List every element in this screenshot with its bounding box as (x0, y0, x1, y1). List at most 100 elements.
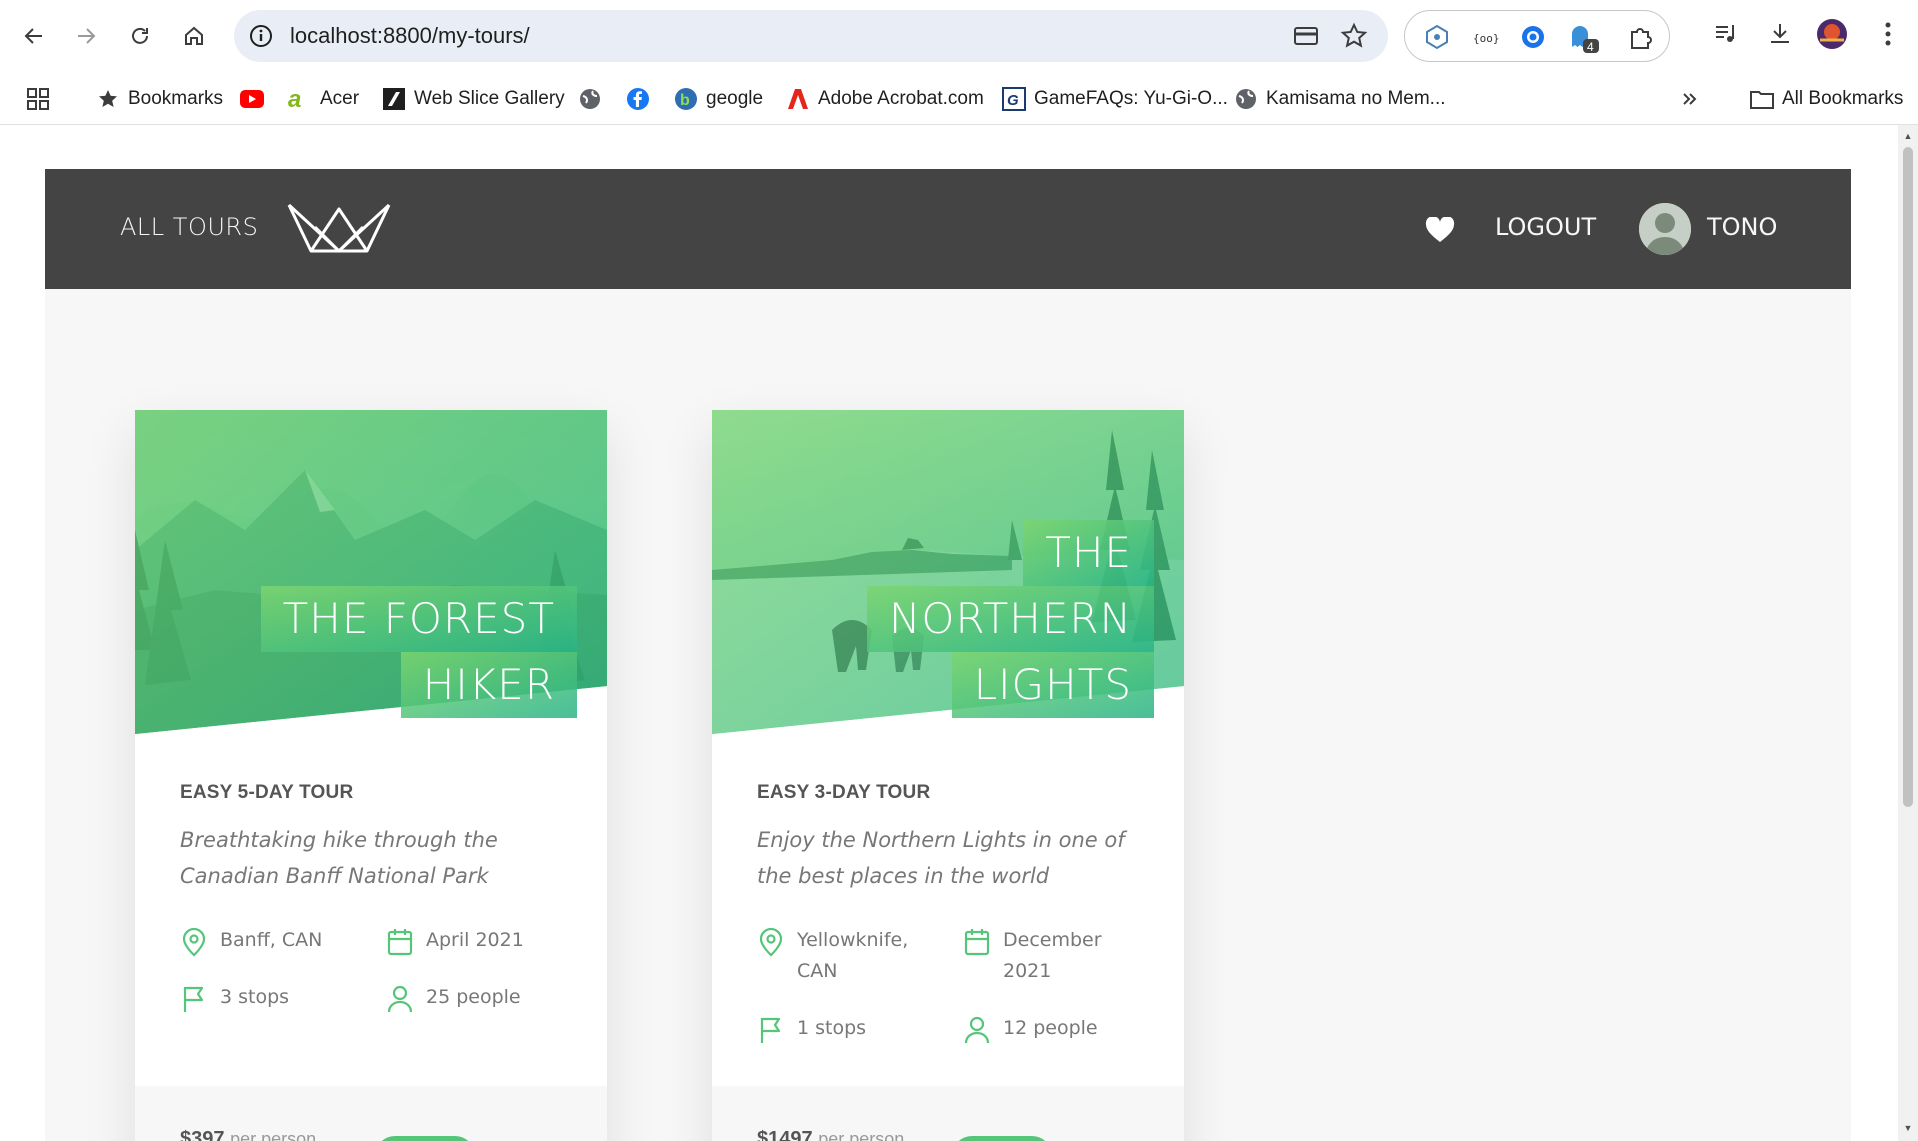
bookmark-item-facebook[interactable] (626, 84, 650, 114)
tour-price: $397 per person (180, 1128, 316, 1141)
apps-grid-icon[interactable] (26, 84, 50, 114)
tour-price: $1497 per person (757, 1128, 904, 1141)
tour-card-subtitle: EASY 5-DAY TOUR (180, 782, 354, 803)
forward-icon[interactable] (66, 16, 106, 56)
folder-icon (1750, 87, 1774, 111)
svg-text:b: b (680, 92, 690, 109)
tour-title-line: HIKER (400, 652, 577, 718)
bookmark-label: Acer (320, 88, 360, 109)
calendar-icon (387, 929, 413, 956)
scroll-up-arrow-icon[interactable]: ▲ (1903, 131, 1913, 141)
tour-detail-location: Yellowknife, CAN (757, 925, 917, 987)
tour-card-subtitle: EASY 3-DAY TOUR (757, 782, 931, 803)
bookmark-label: GameFAQs: Yu-Gi-O... (1034, 88, 1228, 109)
scroll-down-arrow-icon[interactable]: ▼ (1903, 1123, 1913, 1133)
nav-user-name[interactable]: TONO (1707, 213, 1777, 241)
tour-detail-location: Banff, CAN (180, 925, 350, 957)
user-avatar[interactable] (1639, 203, 1691, 255)
user-icon (387, 985, 413, 1013)
tour-card-summary: Enjoy the Northern Lights in one of the … (757, 828, 1125, 888)
adobe-icon (786, 87, 810, 111)
svg-text:{oo}: {oo} (1473, 32, 1499, 45)
bookmark-item-kamisama[interactable]: Kamisama no Mem... (1234, 84, 1446, 114)
browser-toolbar: localhost:8800/my-tours/ {oo} 4 (0, 0, 1918, 74)
tour-title-line: THE FOREST (260, 586, 577, 652)
bookmark-item-gamefaqs[interactable]: G GameFAQs: Yu-Gi-O... (1002, 84, 1228, 114)
logo-icon[interactable] (287, 199, 391, 253)
tour-card-title: THE FOREST HIKER (260, 586, 577, 718)
tour-card: THE FOREST HIKER EASY 5-DAY TOUR Breatht… (135, 410, 607, 1141)
tour-title-line: LIGHTS (951, 652, 1154, 718)
card-icon[interactable] (1292, 22, 1320, 50)
tour-detail-date: April 2021 (386, 925, 556, 957)
bookmark-item-bookmarks[interactable]: Bookmarks (96, 84, 223, 114)
calendar-icon (964, 929, 990, 956)
star-icon (96, 87, 120, 111)
tour-location-text: Banff, CAN (220, 929, 323, 951)
address-bar[interactable]: localhost:8800/my-tours/ (234, 10, 1388, 62)
tour-people-text: 25 people (426, 986, 521, 1008)
bookmark-star-icon[interactable] (1340, 22, 1368, 50)
media-control-icon[interactable] (1708, 16, 1744, 52)
extensions-puzzle-icon[interactable] (1627, 23, 1655, 51)
tour-detail-people: 25 people (386, 982, 556, 1014)
extension-ghost-icon[interactable]: 4 (1567, 23, 1599, 54)
globe-icon (578, 87, 602, 111)
tour-detail-stops: 3 stops (180, 982, 350, 1014)
bookmark-item-geogle[interactable]: b geogle (674, 84, 763, 114)
bookmark-item-acer[interactable]: a Acer (288, 84, 359, 114)
details-button[interactable] (375, 1136, 475, 1141)
details-button[interactable] (952, 1136, 1052, 1141)
globe-icon (1234, 87, 1258, 111)
all-bookmarks-button[interactable]: All Bookmarks (1750, 84, 1903, 114)
bookmark-label: Web Slice Gallery (414, 88, 565, 109)
tour-price-unit: per person (230, 1129, 317, 1141)
site-header: ALL TOURS LOGOUT TONO (45, 169, 1851, 289)
bookmark-item-globe[interactable] (578, 84, 602, 114)
download-icon[interactable] (1762, 16, 1798, 52)
tour-price-unit: per person (818, 1129, 905, 1141)
nav-all-tours-link[interactable]: ALL TOURS (120, 213, 258, 241)
heart-icon[interactable] (1425, 216, 1455, 243)
tour-price-value: $397 (180, 1128, 225, 1141)
page-viewport: ALL TOURS LOGOUT TONO THE FOREST HIKER E… (0, 125, 1898, 1141)
menu-kebab-icon[interactable] (1870, 16, 1906, 52)
home-icon[interactable] (174, 16, 214, 56)
bookmark-item-youtube[interactable] (240, 84, 264, 114)
profile-avatar-icon[interactable] (1814, 16, 1850, 52)
tour-date-text: December 2021 (1003, 929, 1102, 982)
bookmarks-overflow-icon[interactable] (1680, 84, 1700, 114)
reload-icon[interactable] (120, 16, 160, 56)
site-container: ALL TOURS LOGOUT TONO THE FOREST HIKER E… (45, 169, 1851, 1141)
bookmark-label: Kamisama no Mem... (1266, 88, 1446, 109)
bookmark-item-web-slice-gallery[interactable]: Web Slice Gallery (382, 84, 565, 114)
tour-title-line: NORTHERN (867, 586, 1154, 652)
tour-date-text: April 2021 (426, 929, 524, 951)
tour-price-value: $1497 (757, 1128, 813, 1141)
user-icon (964, 1016, 990, 1044)
nav-logout-link[interactable]: LOGOUT (1495, 213, 1596, 241)
svg-text:a: a (288, 88, 301, 110)
extension-circle-icon[interactable] (1519, 23, 1547, 51)
tour-detail-date: December 2021 (963, 925, 1113, 987)
back-icon[interactable] (14, 16, 54, 56)
site-info-icon[interactable] (248, 23, 274, 49)
flag-icon (183, 986, 204, 1012)
gamefaqs-icon: G (1002, 87, 1026, 111)
tour-card-title: THE NORTHERN LIGHTS (867, 520, 1154, 718)
extension-hex-icon[interactable] (1423, 23, 1451, 51)
tour-card-summary: Breathtaking hike through the Canadian B… (180, 828, 498, 888)
url-text[interactable]: localhost:8800/my-tours/ (290, 23, 530, 49)
tour-stops-text: 3 stops (220, 986, 290, 1008)
acer-icon: a (288, 87, 312, 111)
extensions-group: {oo} 4 (1404, 10, 1670, 62)
scrollbar-thumb[interactable] (1903, 147, 1913, 807)
tour-title-line: THE (1023, 520, 1154, 586)
tour-detail-stops: 1 stops (757, 1013, 927, 1045)
extension-badge-count: 4 (1587, 40, 1594, 53)
page-scrollbar[interactable]: ▲ ▼ (1898, 125, 1918, 1141)
bookmark-item-adobe-acrobat[interactable]: Adobe Acrobat.com (786, 84, 984, 114)
tour-detail-people: 12 people (963, 1013, 1133, 1045)
extension-json-icon[interactable]: {oo} (1471, 23, 1500, 51)
bookmarks-bar: Bookmarks a Acer Web Slice Gallery b geo… (0, 74, 1918, 125)
